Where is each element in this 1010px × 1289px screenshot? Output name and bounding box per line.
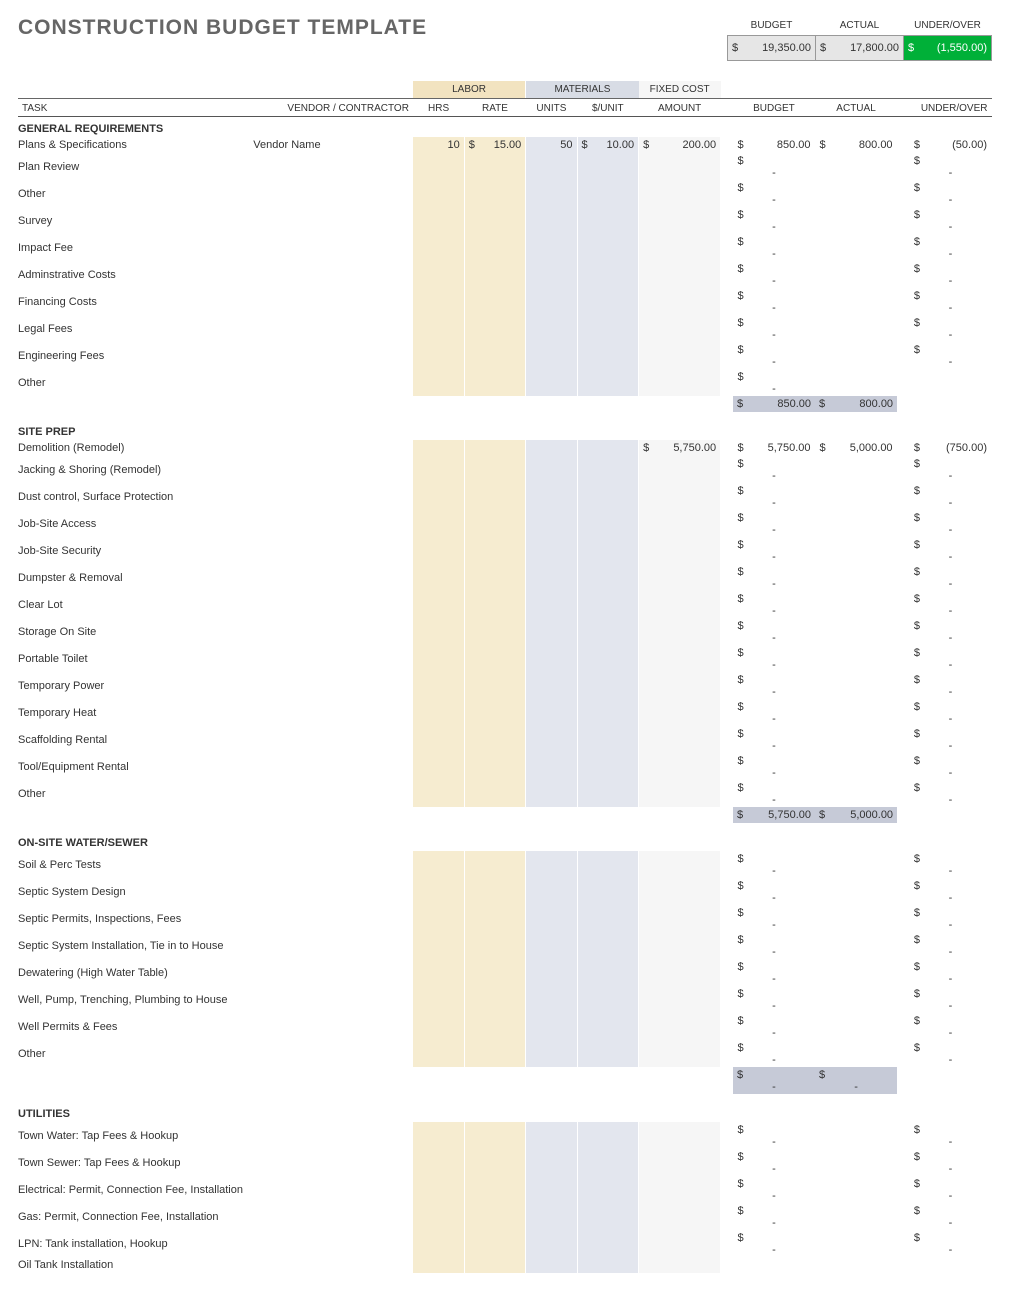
table-row: Septic System Installation, Tie in to Ho… bbox=[18, 932, 992, 959]
group-header-fixed: FIXED COST bbox=[639, 81, 721, 99]
table-row: Oil Tank Installation bbox=[18, 1257, 992, 1273]
section-header: UTILITIES bbox=[18, 1102, 992, 1122]
table-row: Electrical: Permit, Connection Fee, Inst… bbox=[18, 1176, 992, 1203]
group-header-labor: LABOR bbox=[413, 81, 526, 99]
col-vendor: VENDOR / CONTRACTOR bbox=[249, 99, 413, 117]
summary-actual-value: $17,800.00 bbox=[816, 36, 904, 61]
subtotal-row: $-$- bbox=[18, 1067, 992, 1094]
table-row: Financing Costs$-$- bbox=[18, 288, 992, 315]
col-uo: UNDER/OVER bbox=[909, 99, 991, 117]
subtotal-row: $850.00$800.00 bbox=[18, 396, 992, 412]
table-row: LPN: Tank installation, Hookup$-$- bbox=[18, 1230, 992, 1257]
table-row: Survey$-$- bbox=[18, 207, 992, 234]
page-title: CONSTRUCTION BUDGET TEMPLATE bbox=[18, 16, 427, 40]
table-row: Town Sewer: Tap Fees & Hookup$-$- bbox=[18, 1149, 992, 1176]
subtotal-row: $5,750.00$5,000.00 bbox=[18, 807, 992, 823]
section-header: ON-SITE WATER/SEWER bbox=[18, 831, 992, 851]
table-row: Dewatering (High Water Table)$-$- bbox=[18, 959, 992, 986]
table-row: Soil & Perc Tests$-$- bbox=[18, 851, 992, 878]
table-row: Job-Site Security$-$- bbox=[18, 537, 992, 564]
col-rate: RATE bbox=[464, 99, 526, 117]
col-actual: ACTUAL bbox=[815, 99, 897, 117]
table-row: Storage On Site$-$- bbox=[18, 618, 992, 645]
table-row: Demolition (Remodel)$5,750.00$5,750.00$5… bbox=[18, 440, 992, 456]
table-row: Jacking & Shoring (Remodel)$-$- bbox=[18, 456, 992, 483]
table-row: Temporary Heat$-$- bbox=[18, 699, 992, 726]
table-row: Dust control, Surface Protection$-$- bbox=[18, 483, 992, 510]
table-row: Septic Permits, Inspections, Fees$-$- bbox=[18, 905, 992, 932]
table-row: Other$- bbox=[18, 369, 992, 396]
table-row: Other$-$- bbox=[18, 180, 992, 207]
table-row: Well, Pump, Trenching, Plumbing to House… bbox=[18, 986, 992, 1013]
summary-uo-label: UNDER/OVER bbox=[904, 16, 992, 36]
col-amount: AMOUNT bbox=[639, 99, 721, 117]
budget-grid: LABOR MATERIALS FIXED COST TASK VENDOR /… bbox=[18, 81, 992, 1273]
section-header: GENERAL REQUIREMENTS bbox=[18, 117, 992, 138]
table-row: Plans & SpecificationsVendor Name10$15.0… bbox=[18, 137, 992, 153]
table-row: Job-Site Access$-$- bbox=[18, 510, 992, 537]
table-row: Adminstrative Costs$-$- bbox=[18, 261, 992, 288]
table-row: Town Water: Tap Fees & Hookup$-$- bbox=[18, 1122, 992, 1149]
table-row: Dumpster & Removal$-$- bbox=[18, 564, 992, 591]
table-row: Impact Fee$-$- bbox=[18, 234, 992, 261]
table-row: Engineering Fees$-$- bbox=[18, 342, 992, 369]
col-budget: BUDGET bbox=[733, 99, 815, 117]
group-header-materials: MATERIALS bbox=[526, 81, 639, 99]
table-row: Clear Lot$-$- bbox=[18, 591, 992, 618]
table-row: Other$-$- bbox=[18, 1040, 992, 1067]
table-row: Portable Toilet$-$- bbox=[18, 645, 992, 672]
col-hrs: HRS bbox=[413, 99, 464, 117]
table-row: Well Permits & Fees$-$- bbox=[18, 1013, 992, 1040]
table-row: Plan Review$-$- bbox=[18, 153, 992, 180]
section-header: SITE PREP bbox=[18, 420, 992, 440]
table-row: Tool/Equipment Rental$-$- bbox=[18, 753, 992, 780]
col-perunit: $/UNIT bbox=[577, 99, 639, 117]
table-row: Temporary Power$-$- bbox=[18, 672, 992, 699]
col-units: UNITS bbox=[526, 99, 577, 117]
col-task: TASK bbox=[18, 99, 249, 117]
table-row: Legal Fees$-$- bbox=[18, 315, 992, 342]
table-row: Scaffolding Rental$-$- bbox=[18, 726, 992, 753]
summary-budget-value: $19,350.00 bbox=[728, 36, 816, 61]
summary-actual-label: ACTUAL bbox=[816, 16, 904, 36]
summary-budget-label: BUDGET bbox=[728, 16, 816, 36]
table-row: Other$-$- bbox=[18, 780, 992, 807]
summary-box: BUDGET ACTUAL UNDER/OVER $19,350.00 $17,… bbox=[727, 16, 992, 61]
summary-uo-value: $(1,550.00) bbox=[904, 36, 992, 61]
table-row: Gas: Permit, Connection Fee, Installatio… bbox=[18, 1203, 992, 1230]
table-row: Septic System Design$-$- bbox=[18, 878, 992, 905]
